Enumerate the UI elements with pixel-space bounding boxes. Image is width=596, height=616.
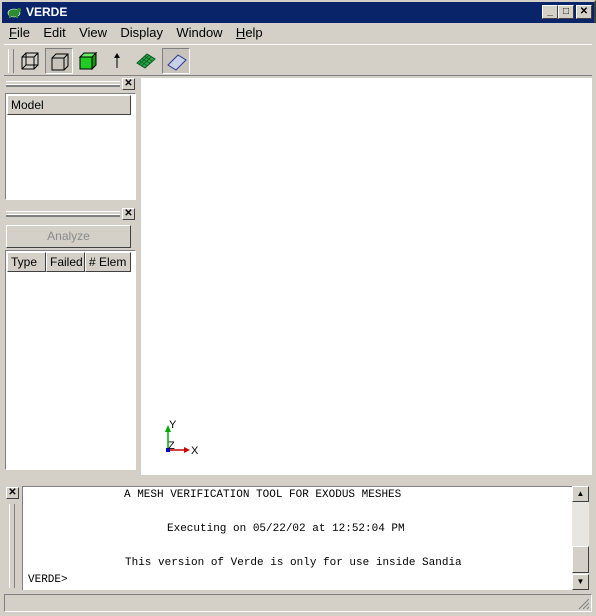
resize-grip-icon[interactable] (578, 598, 590, 610)
verde-logo-icon (7, 8, 21, 18)
close-icon: ✕ (8, 487, 17, 498)
shaded-cube-icon (78, 51, 98, 71)
toolbar (4, 44, 592, 76)
plane-icon (167, 54, 187, 71)
analyze-button[interactable]: Analyze (6, 225, 131, 248)
console-close-button[interactable]: ✕ (6, 487, 19, 499)
close-button[interactable]: ✕ (576, 5, 592, 19)
y-axis-label: Y (169, 419, 177, 431)
mesh-surface-button[interactable] (132, 48, 160, 74)
maximize-icon: □ (562, 6, 570, 17)
menu-view[interactable]: View (74, 23, 112, 42)
shaded-button[interactable] (74, 48, 102, 74)
console-line: Executing on 05/22/02 at 12:52:04 PM (167, 523, 405, 535)
console-output[interactable]: A MESH VERIFICATION TOOL FOR EXODUS MESH… (22, 486, 572, 590)
normal-arrow-icon (114, 53, 120, 68)
toolbar-grip[interactable] (8, 49, 14, 73)
wireframe-cube-icon (21, 52, 39, 70)
analysis-panel-close-button[interactable]: ✕ (122, 208, 135, 220)
status-bar (4, 594, 592, 612)
close-icon: ✕ (579, 6, 589, 17)
maximize-button[interactable]: □ (558, 5, 574, 19)
x-axis-label: X (191, 445, 199, 457)
scroll-down-button[interactable]: ▼ (572, 574, 589, 590)
mesh-surface-icon (136, 53, 156, 69)
menu-help[interactable]: Help (231, 23, 268, 42)
scroll-thumb[interactable] (572, 546, 589, 573)
z-axis-label: Z (168, 440, 175, 452)
menu-window[interactable]: Window (171, 23, 227, 42)
model-panel-header[interactable] (6, 78, 136, 90)
console-scrollbar[interactable]: ▲ ▼ (572, 486, 589, 590)
column-header-failed[interactable]: Failed (46, 252, 85, 272)
console-grip[interactable] (9, 504, 15, 588)
menu-display[interactable]: Display (115, 23, 168, 42)
hidden-line-button[interactable] (45, 48, 73, 74)
console-line: This version of Verde is only for use in… (125, 557, 462, 569)
up-arrow-icon: ▲ (576, 489, 585, 498)
analysis-results-table[interactable]: Type Failed # Elem (5, 250, 136, 470)
close-icon: ✕ (124, 208, 133, 219)
column-header-elem[interactable]: # Elem (85, 252, 131, 272)
menu-file[interactable]: File (4, 23, 35, 42)
console-prompt[interactable]: VERDE> (28, 574, 68, 586)
minimize-button[interactable]: _ (542, 5, 558, 19)
menu-bar: File Edit View Display Window Help (4, 23, 592, 43)
title-bar: VERDE _ □ ✕ (0, 0, 596, 23)
close-icon: ✕ (124, 78, 133, 89)
model-panel-close-button[interactable]: ✕ (122, 78, 135, 90)
axis-triad: Y Z X (165, 419, 199, 457)
normals-button[interactable] (103, 48, 131, 74)
model-tree[interactable]: Model (5, 93, 136, 200)
wireframe-button[interactable] (16, 48, 44, 74)
window-title: VERDE (26, 5, 68, 19)
down-arrow-icon: ▼ (576, 577, 585, 586)
x-axis-arrow-icon (184, 447, 190, 453)
graphics-viewport[interactable]: Y Z X (141, 78, 592, 475)
plane-button[interactable] (162, 48, 190, 74)
analysis-panel-header[interactable] (6, 208, 136, 220)
scroll-up-button[interactable]: ▲ (572, 486, 589, 502)
menu-edit[interactable]: Edit (38, 23, 70, 42)
model-column-header[interactable]: Model (7, 95, 131, 115)
column-header-type[interactable]: Type (7, 252, 46, 272)
minimize-icon: _ (547, 6, 553, 17)
console-line: A MESH VERIFICATION TOOL FOR EXODUS MESH… (124, 489, 402, 501)
hidden-line-cube-icon (51, 53, 69, 71)
